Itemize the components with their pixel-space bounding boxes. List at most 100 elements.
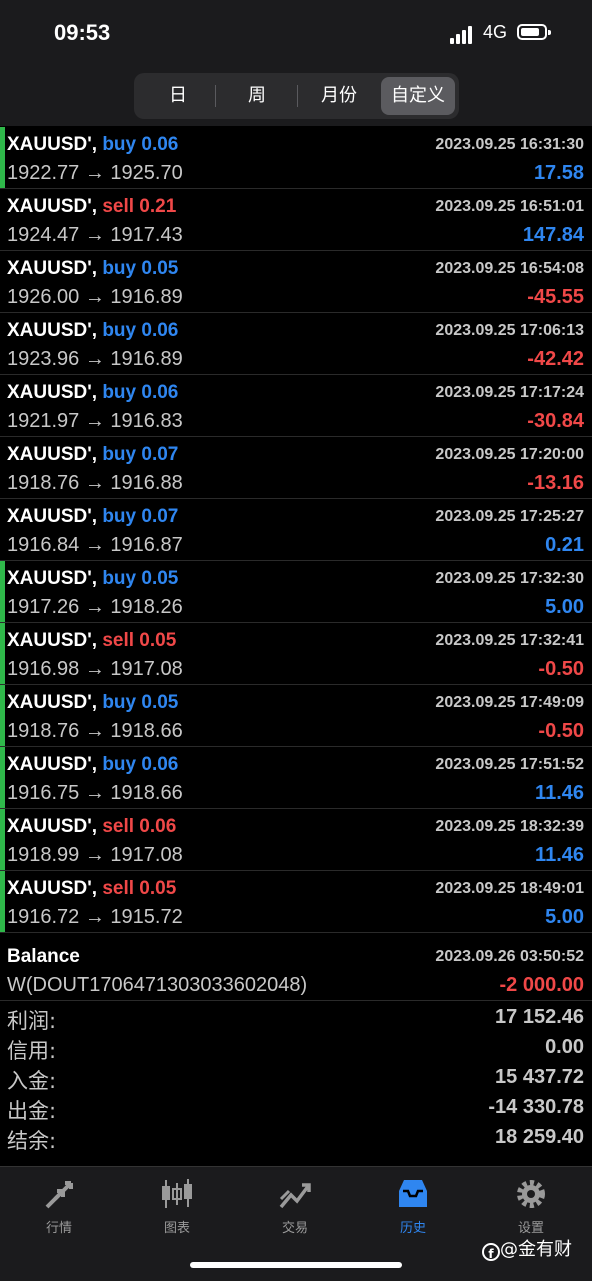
close-price: 1918.66	[110, 720, 183, 742]
close-price: 1917.08	[110, 844, 183, 866]
tab-label: 设置	[517, 1221, 544, 1236]
status-marker	[0, 809, 5, 870]
gear-icon	[517, 1180, 545, 1208]
summary-label: 利润:	[7, 1009, 57, 1033]
trade-symbol: XAUUSD',	[7, 754, 98, 775]
trade-time: 2023.09.25 16:31:30	[435, 136, 584, 153]
trade-symbol: XAUUSD',	[7, 320, 98, 341]
trade-symbol: XAUUSD',	[7, 878, 98, 899]
trade-title: XAUUSD', buy 0.06	[7, 382, 178, 404]
tab-trade[interactable]: 交易	[236, 1177, 354, 1237]
summary-value: 0.00	[545, 1036, 584, 1058]
close-price: 1925.70	[110, 162, 183, 184]
status-marker	[0, 189, 5, 250]
trade-title: XAUUSD', buy 0.06	[7, 134, 178, 156]
status-marker	[0, 561, 5, 622]
balance-amount: -2 000.00	[499, 974, 584, 996]
trade-row[interactable]: XAUUSD', buy 0.06 2023.09.25 17:51:52 1916…	[0, 747, 592, 809]
open-price: 1924.47	[7, 224, 80, 246]
trade-prices: 1918.99 → 1917.08	[7, 844, 183, 866]
trade-prices: 1921.97 → 1916.83	[7, 410, 183, 432]
trade-row[interactable]: XAUUSD', buy 0.05 2023.09.25 17:32:30 1917…	[0, 561, 592, 623]
trade-prices: 1924.47 → 1917.43	[7, 224, 183, 246]
home-indicator[interactable]	[190, 1262, 402, 1268]
trade-side: buy	[102, 444, 137, 465]
trade-volume: 0.21	[139, 196, 177, 217]
trade-time: 2023.09.25 16:54:08	[435, 260, 584, 277]
trade-row[interactable]: XAUUSD', buy 0.06 2023.09.25 17:17:24 1921…	[0, 375, 592, 437]
open-price: 1926.00	[7, 286, 80, 308]
trade-symbol: XAUUSD',	[7, 444, 98, 465]
trade-profit: -45.55	[527, 286, 584, 308]
trade-profit: 0.21	[545, 534, 584, 556]
trade-title: XAUUSD', sell 0.21	[7, 196, 176, 218]
watermark-text: @金有财	[500, 1239, 572, 1260]
segment-custom[interactable]: 自定义	[381, 77, 455, 115]
trade-prices: 1918.76 → 1918.66	[7, 720, 183, 742]
trade-profit: 5.00	[545, 906, 584, 928]
trade-time: 2023.09.25 17:06:13	[435, 322, 584, 339]
trade-row[interactable]: XAUUSD', sell 0.05 2023.09.25 17:32:41 191…	[0, 623, 592, 685]
trade-row[interactable]: XAUUSD', buy 0.05 2023.09.25 17:49:09 1918…	[0, 685, 592, 747]
trade-time: 2023.09.25 16:51:01	[435, 198, 584, 215]
trade-side: buy	[102, 382, 137, 403]
close-price: 1918.26	[110, 596, 183, 618]
trade-time: 2023.09.25 18:49:01	[435, 880, 584, 897]
trade-side: sell	[102, 630, 135, 651]
trade-volume: 0.05	[141, 568, 179, 589]
trade-profit: -13.16	[527, 472, 584, 494]
trade-row[interactable]: XAUUSD', buy 0.06 2023.09.25 16:31:30 1922…	[0, 127, 592, 189]
summary-label: 出金:	[7, 1099, 57, 1123]
trade-volume: 0.05	[139, 878, 177, 899]
segment-week[interactable]: 周	[216, 77, 298, 115]
trade-trend-icon	[279, 1183, 311, 1209]
trade-title: XAUUSD', buy 0.05	[7, 258, 178, 280]
open-price: 1918.99	[7, 844, 80, 866]
tab-chart[interactable]: 图表	[118, 1177, 236, 1237]
open-price: 1918.76	[7, 720, 80, 742]
open-price: 1918.76	[7, 472, 80, 494]
quotes-arrows-icon	[45, 1181, 73, 1209]
trade-volume: 0.06	[141, 320, 179, 341]
trade-row[interactable]: XAUUSD', buy 0.06 2023.09.25 17:06:13 1923…	[0, 313, 592, 375]
trade-row[interactable]: XAUUSD', buy 0.07 2023.09.25 17:25:27 1916…	[0, 499, 592, 561]
tab-history[interactable]: 历史	[354, 1177, 472, 1237]
trade-profit: 11.46	[535, 782, 584, 804]
trade-symbol: XAUUSD',	[7, 506, 98, 527]
segment-day[interactable]: 日	[140, 77, 216, 115]
trade-time: 2023.09.25 17:32:30	[435, 570, 584, 587]
summary-balance: 结余: 18 259.40	[0, 1123, 592, 1153]
close-price: 1917.08	[110, 658, 183, 680]
segment-month[interactable]: 月份	[298, 77, 380, 115]
trade-row[interactable]: XAUUSD', sell 0.05 2023.09.25 18:49:01 191…	[0, 871, 592, 933]
trade-side: buy	[102, 258, 137, 279]
trade-row[interactable]: XAUUSD', buy 0.05 2023.09.25 16:54:08 1926…	[0, 251, 592, 313]
trade-row[interactable]: XAUUSD', sell 0.06 2023.09.25 18:32:39 191…	[0, 809, 592, 871]
trade-profit: 147.84	[522, 224, 584, 246]
trade-time: 2023.09.25 17:25:27	[435, 508, 584, 525]
top-header: 09:53 4G 日 周 月份 自定义	[0, 0, 592, 126]
summary-value: -14 330.78	[488, 1096, 584, 1118]
trade-prices: 1926.00 → 1916.89	[7, 286, 183, 308]
candlestick-chart-icon	[162, 1179, 192, 1208]
close-price: 1915.72	[110, 906, 183, 928]
close-price: 1916.83	[110, 410, 183, 432]
trade-title: XAUUSD', sell 0.05	[7, 630, 176, 652]
trade-title: XAUUSD', buy 0.07	[7, 444, 178, 466]
history-list: XAUUSD', buy 0.06 2023.09.25 16:31:30 1922…	[0, 127, 592, 933]
tab-label: 交易	[281, 1221, 308, 1236]
trade-row[interactable]: XAUUSD', sell 0.21 2023.09.25 16:51:01 192…	[0, 189, 592, 251]
trade-row[interactable]: XAUUSD', buy 0.07 2023.09.25 17:20:00 1918…	[0, 437, 592, 499]
trade-profit: -42.42	[527, 348, 584, 370]
trade-profit: -0.50	[538, 720, 584, 742]
tab-quotes[interactable]: 行情	[0, 1177, 118, 1237]
trade-prices: 1917.26 → 1918.26	[7, 596, 183, 618]
summary-credit: 信用: 0.00	[0, 1033, 592, 1063]
status-marker	[0, 375, 5, 436]
trade-time: 2023.09.25 17:49:09	[435, 694, 584, 711]
cellular-signal-icon	[450, 24, 476, 44]
status-marker	[0, 127, 5, 188]
balance-row[interactable]: Balance 2023.09.26 03:50:52 W(DOUT170647…	[0, 939, 592, 1001]
summary-deposit: 入金: 15 437.72	[0, 1063, 592, 1093]
tab-settings[interactable]: 设置	[472, 1177, 590, 1237]
